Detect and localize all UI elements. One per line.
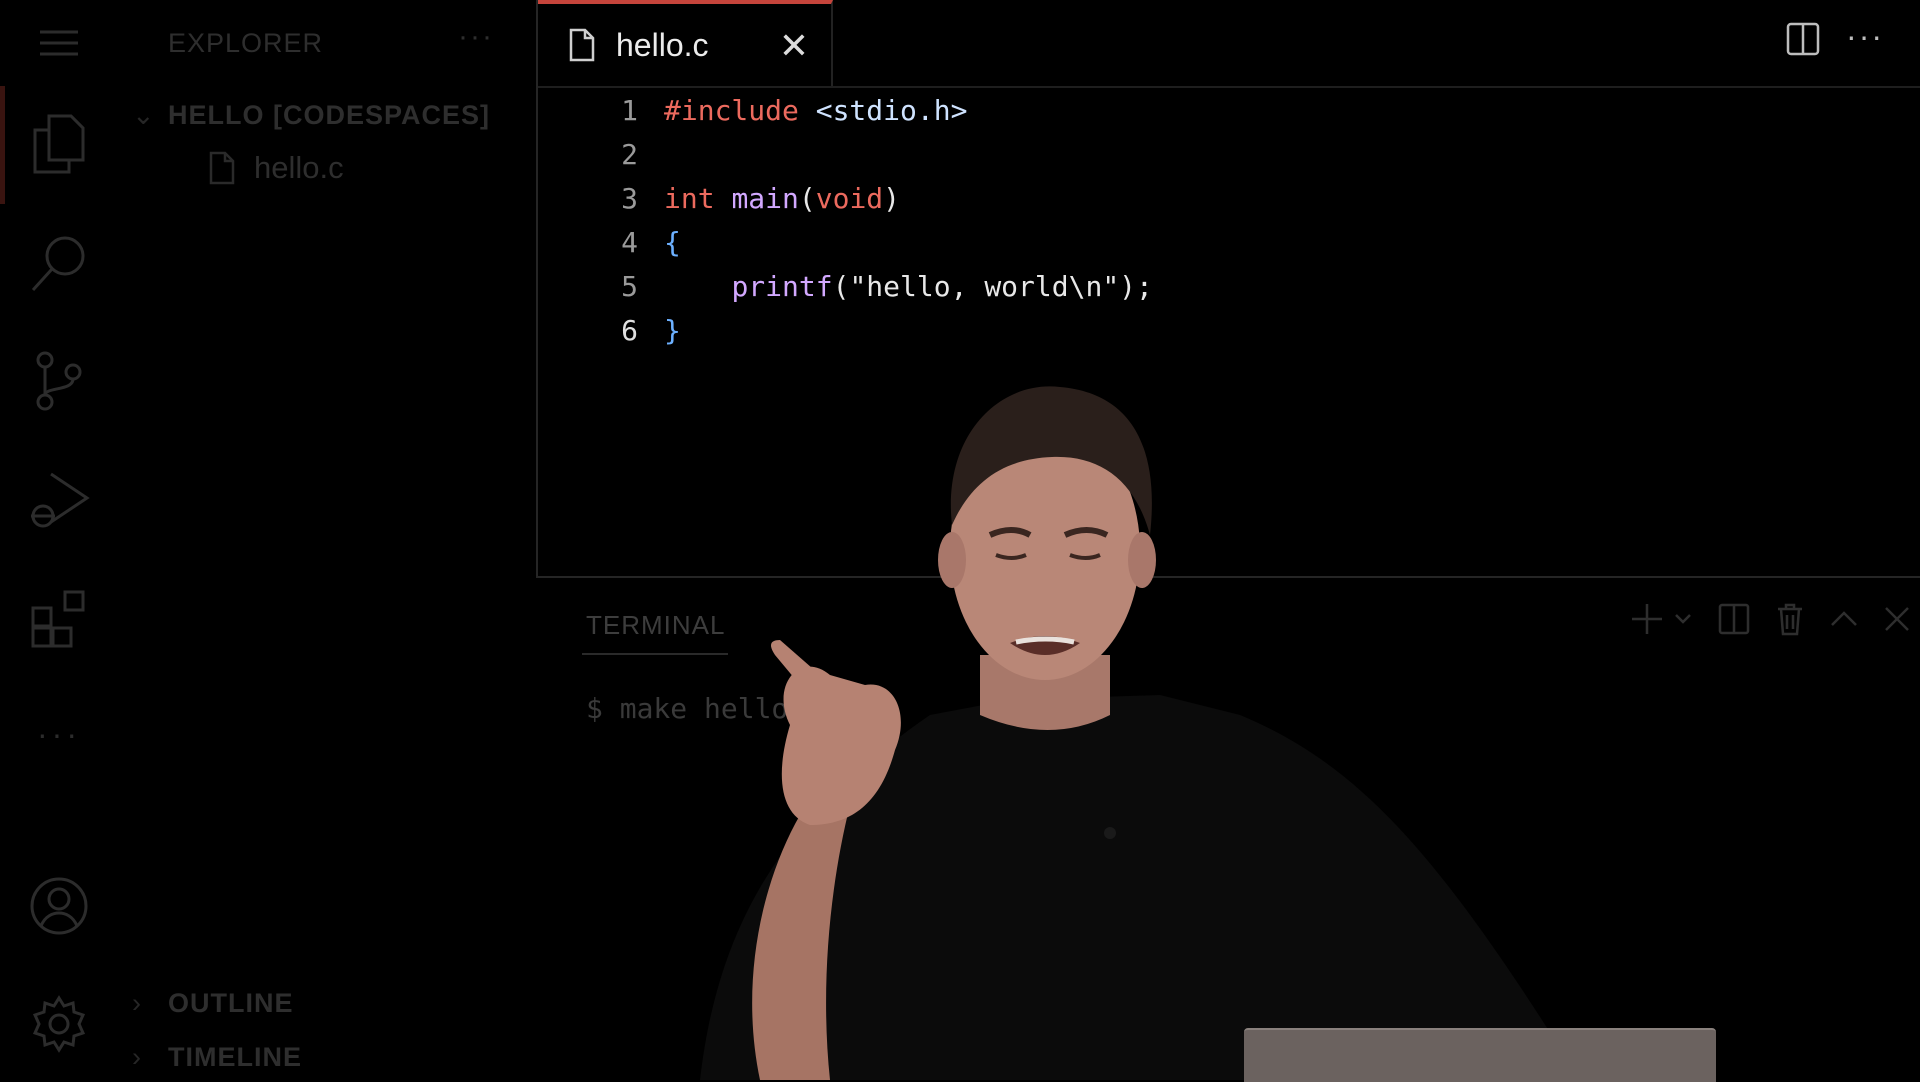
more-icon[interactable]: ··· — [0, 716, 118, 753]
chevron-up-icon[interactable] — [1830, 610, 1858, 628]
tab-hello-c[interactable]: hello.c ✕ — [538, 0, 833, 86]
line-number: 1 — [621, 93, 638, 127]
close-icon[interactable] — [1884, 606, 1910, 632]
terminal-actions — [1630, 602, 1910, 636]
workspace-name: HELLO [CODESPACES] — [168, 100, 491, 130]
tab-bar: hello.c ✕ ··· — [538, 0, 1920, 88]
laptop-silhouette — [1244, 1028, 1716, 1082]
chevron-right-icon: › — [132, 1042, 142, 1072]
line-content: #include <stdio.h> — [664, 93, 968, 127]
line-number: 2 — [621, 137, 638, 171]
split-terminal-icon[interactable] — [1718, 603, 1750, 635]
editor-more-button[interactable]: ··· — [1846, 18, 1884, 55]
search-icon[interactable] — [0, 232, 118, 294]
code-line: 5 printf("hello, world\n"); — [538, 264, 1538, 308]
line-number: 5 — [621, 269, 638, 303]
extensions-icon[interactable] — [0, 588, 118, 650]
line-content: printf("hello, world\n"); — [731, 269, 1153, 303]
plus-icon[interactable] — [1630, 602, 1664, 636]
file-icon — [569, 28, 595, 62]
file-icon — [209, 151, 235, 185]
chevron-down-icon[interactable] — [1674, 613, 1692, 625]
code-line: 2 — [538, 132, 1538, 176]
close-icon[interactable]: ✕ — [779, 28, 809, 64]
code-line: 3 int main(void) — [538, 176, 1538, 220]
outline-label: OUTLINE — [168, 988, 294, 1018]
code-line: 4 { — [538, 220, 1538, 264]
timeline-section-header[interactable]: › TIMELINE — [132, 1042, 302, 1073]
sidebar-more-button[interactable]: ··· — [458, 20, 494, 54]
tab-label: hello.c — [616, 26, 709, 63]
sidebar-title: EXPLORER — [168, 28, 324, 58]
settings-icon[interactable] — [0, 994, 118, 1054]
workspace-folder-header[interactable]: ⌄ HELLO [CODESPACES] — [132, 100, 490, 131]
account-icon[interactable] — [0, 876, 118, 936]
explorer-icon[interactable] — [0, 112, 118, 176]
chevron-right-icon: › — [132, 988, 142, 1018]
terminal-prompt: $ — [586, 692, 603, 725]
split-editor-icon[interactable] — [1786, 22, 1820, 61]
code-line: 1 #include <stdio.h> — [538, 88, 1538, 132]
trash-icon[interactable] — [1776, 602, 1804, 636]
outline-section-header[interactable]: › OUTLINE — [132, 988, 294, 1019]
file-name: hello.c — [254, 150, 344, 185]
line-content: int main(void) — [664, 181, 901, 215]
line-content: { — [664, 225, 681, 259]
activity-bar: ··· — [0, 0, 118, 1080]
code-line: 6 } — [538, 308, 1538, 352]
run-debug-icon[interactable] — [0, 470, 118, 532]
line-number: 3 — [621, 181, 638, 215]
line-number: 6 — [621, 313, 638, 347]
file-item-hello-c[interactable]: hello.c — [208, 150, 344, 186]
line-content: } — [664, 313, 681, 347]
timeline-label: TIMELINE — [168, 1042, 302, 1072]
explorer-sidebar: EXPLORER ··· ⌄ HELLO [CODESPACES] hello.… — [118, 0, 536, 1080]
source-control-icon[interactable] — [0, 350, 118, 412]
line-number: 4 — [621, 225, 638, 259]
menu-icon[interactable] — [0, 28, 118, 58]
presenter-photo — [700, 386, 1580, 1080]
chevron-down-icon: ⌄ — [132, 100, 156, 130]
